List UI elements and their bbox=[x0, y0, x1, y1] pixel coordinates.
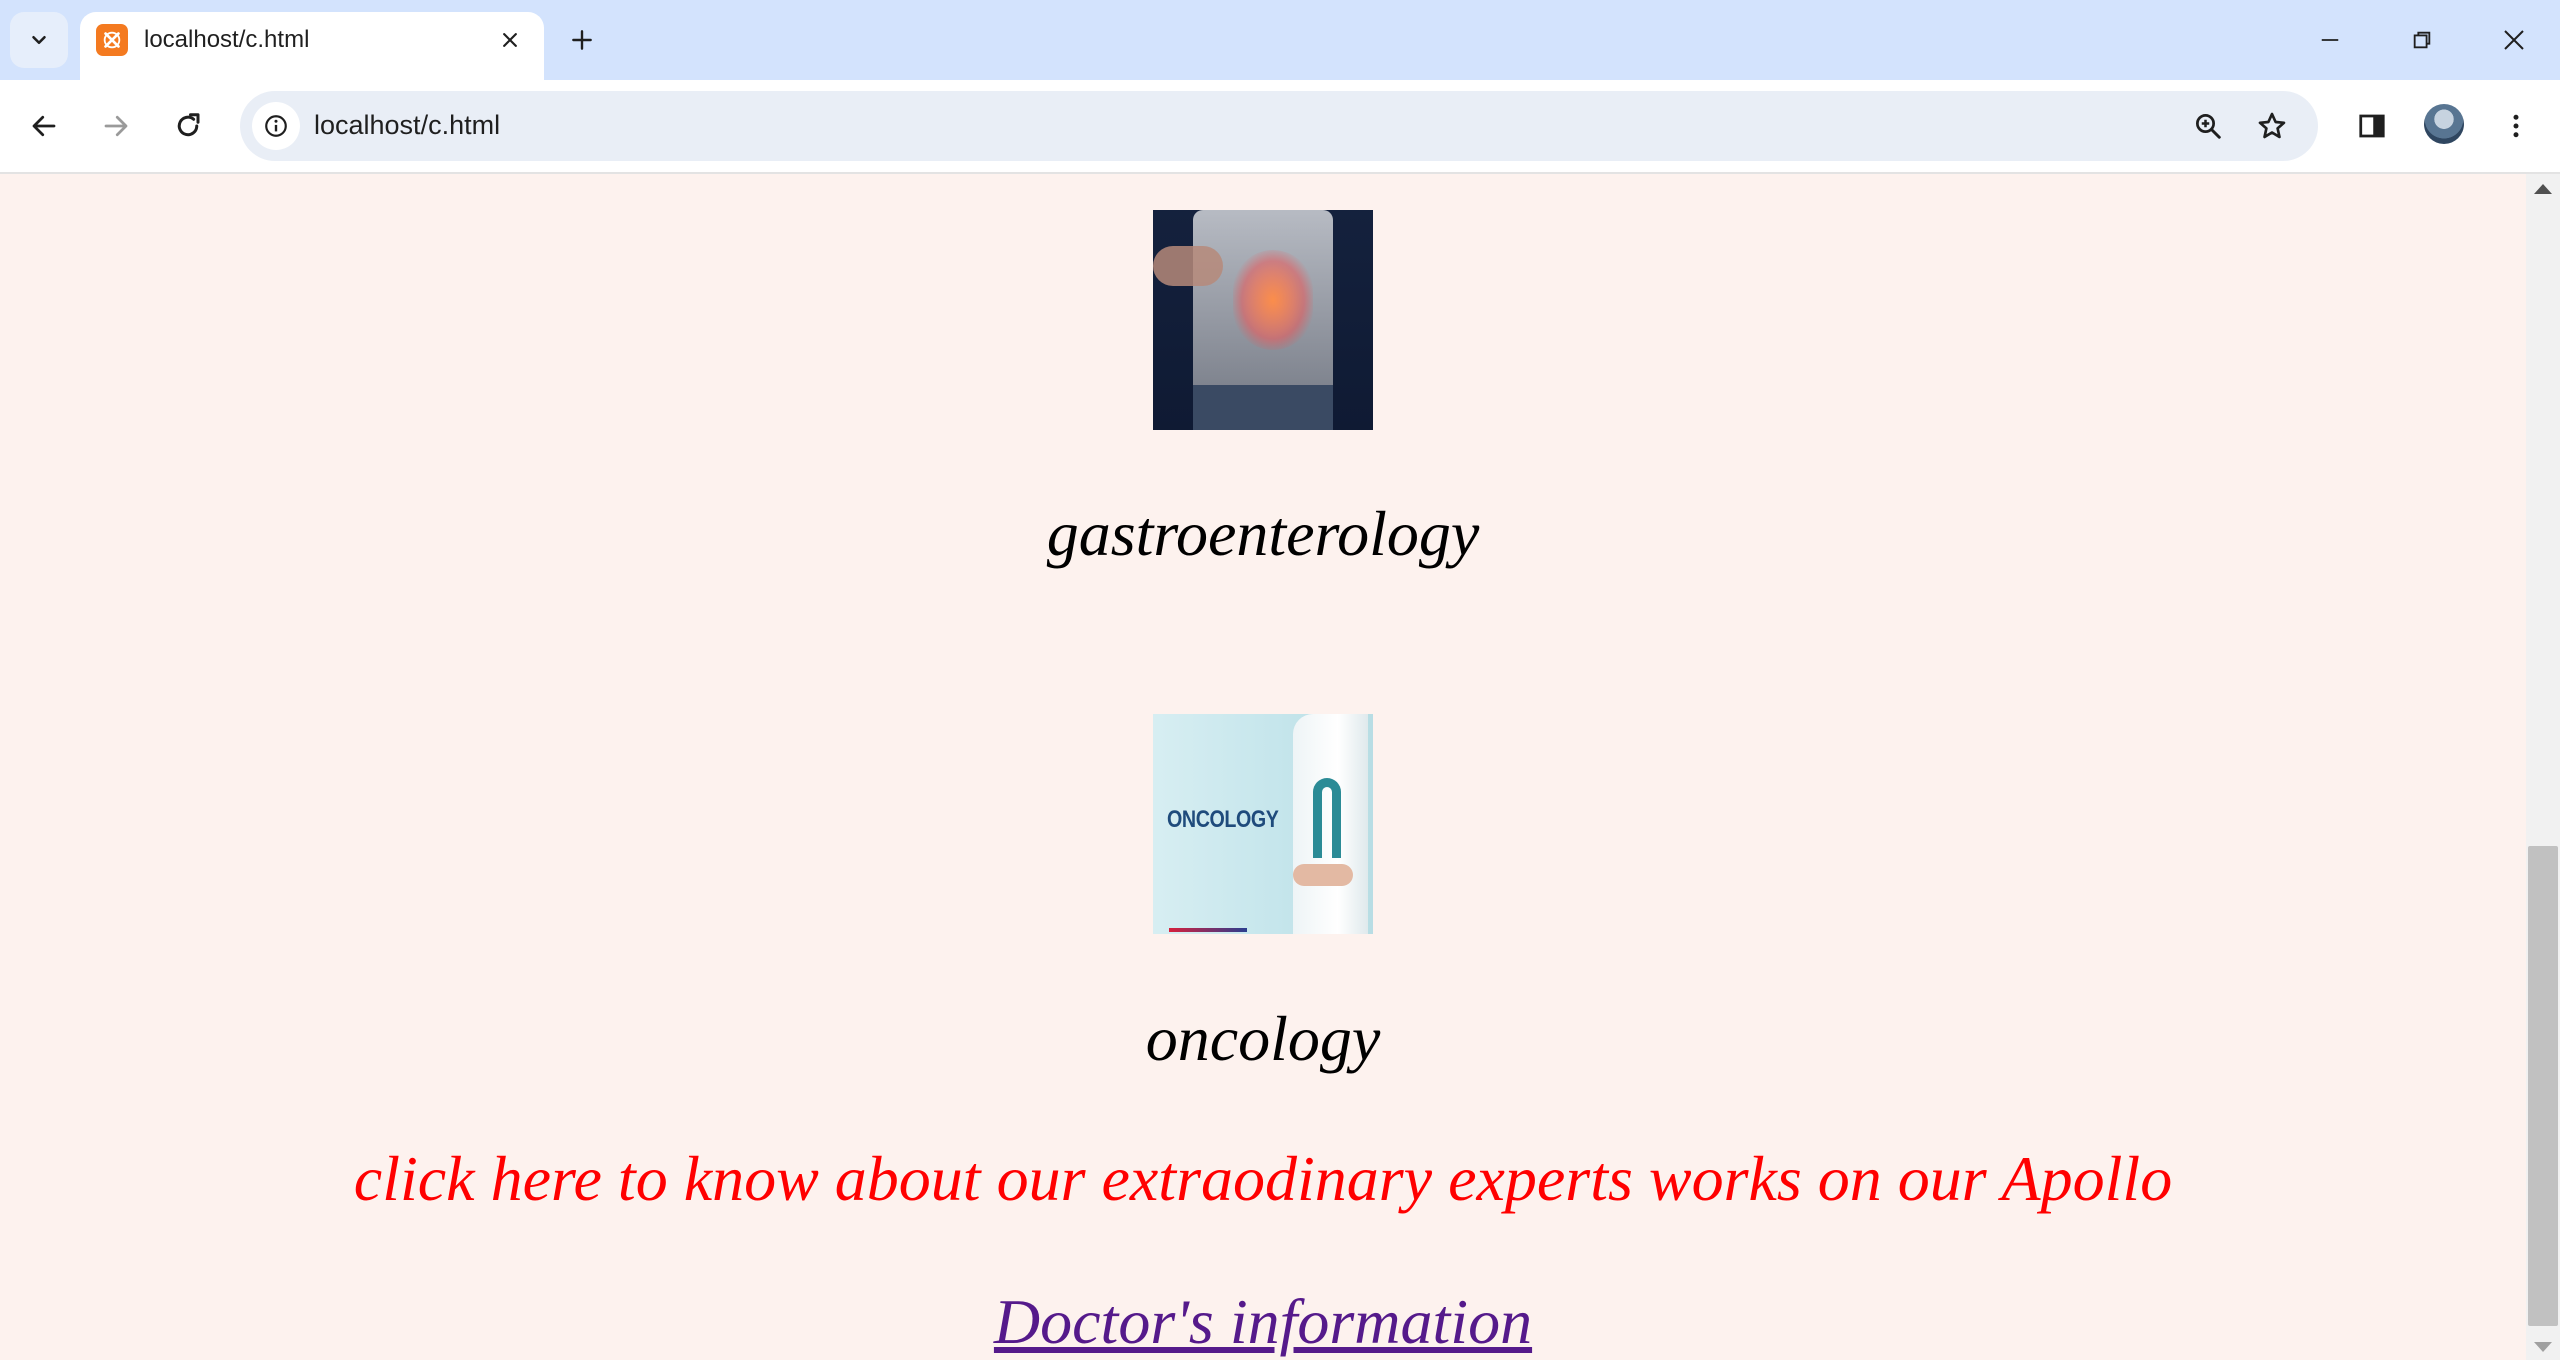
zoom-button[interactable] bbox=[2184, 102, 2232, 150]
plus-icon bbox=[572, 30, 592, 50]
profile-avatar[interactable] bbox=[2424, 104, 2464, 144]
new-tab-button[interactable] bbox=[562, 20, 602, 60]
star-icon bbox=[2258, 112, 2286, 139]
close-icon bbox=[503, 33, 517, 47]
url-text: localhost/c.html bbox=[314, 110, 501, 140]
cta-text: click here to know about our extraodinar… bbox=[353, 1143, 2173, 1214]
side-panel-button[interactable] bbox=[2348, 102, 2396, 150]
arrow-left-icon bbox=[32, 115, 56, 137]
oncology-image-text: ONCOLOGY bbox=[1167, 806, 1279, 833]
vertical-scrollbar[interactable] bbox=[2526, 174, 2560, 1360]
minimize-button[interactable] bbox=[2306, 16, 2354, 64]
bookmark-button[interactable] bbox=[2248, 102, 2296, 150]
cancer-ribbon-icon bbox=[1313, 778, 1341, 858]
zoom-in-icon bbox=[2196, 114, 2221, 139]
minimize-icon bbox=[2321, 39, 2339, 41]
tab-close-button[interactable] bbox=[492, 22, 528, 58]
doctor-information-link[interactable]: Doctor's information bbox=[994, 1286, 1532, 1357]
menu-button[interactable] bbox=[2492, 102, 2540, 150]
browser-tab[interactable]: localhost/c.html bbox=[80, 12, 544, 80]
browser-toolbar: localhost/c.html bbox=[0, 80, 2560, 174]
scrollbar-thumb[interactable] bbox=[2528, 846, 2558, 1326]
chevron-down-icon bbox=[32, 35, 46, 45]
forward-button[interactable] bbox=[92, 102, 140, 150]
specialty-label-gastroenterology: gastroenterology bbox=[1046, 498, 1480, 569]
specialty-label-oncology: oncology bbox=[1145, 1003, 1381, 1074]
tab-strip: localhost/c.html bbox=[0, 0, 2560, 80]
oncology-image: ONCOLOGY bbox=[1153, 714, 1373, 934]
side-panel-icon bbox=[2359, 114, 2385, 138]
scroll-down-arrow-icon[interactable] bbox=[2534, 1342, 2552, 1352]
address-bar[interactable]: localhost/c.html bbox=[240, 91, 2318, 161]
tab-search-button[interactable] bbox=[10, 12, 68, 68]
scroll-up-arrow-icon[interactable] bbox=[2534, 184, 2552, 194]
doctor-link-wrapper: Doctor's information bbox=[0, 1290, 2526, 1354]
tab-title: localhost/c.html bbox=[144, 26, 310, 53]
close-icon bbox=[2504, 30, 2524, 50]
window-close-button[interactable] bbox=[2490, 16, 2538, 64]
page-viewport: gastroenterology ONCOLOGY oncology click… bbox=[0, 174, 2526, 1360]
reload-button[interactable] bbox=[164, 102, 212, 150]
xampp-favicon-icon bbox=[96, 24, 128, 56]
reload-icon bbox=[177, 113, 200, 137]
restore-icon bbox=[2413, 31, 2431, 49]
back-button[interactable] bbox=[20, 102, 68, 150]
arrow-right-icon bbox=[104, 115, 128, 137]
restore-button[interactable] bbox=[2398, 16, 2446, 64]
site-info-button[interactable] bbox=[252, 102, 300, 150]
gastroenterology-image bbox=[1153, 210, 1373, 430]
more-vertical-icon bbox=[2513, 114, 2519, 138]
info-icon bbox=[265, 115, 287, 137]
